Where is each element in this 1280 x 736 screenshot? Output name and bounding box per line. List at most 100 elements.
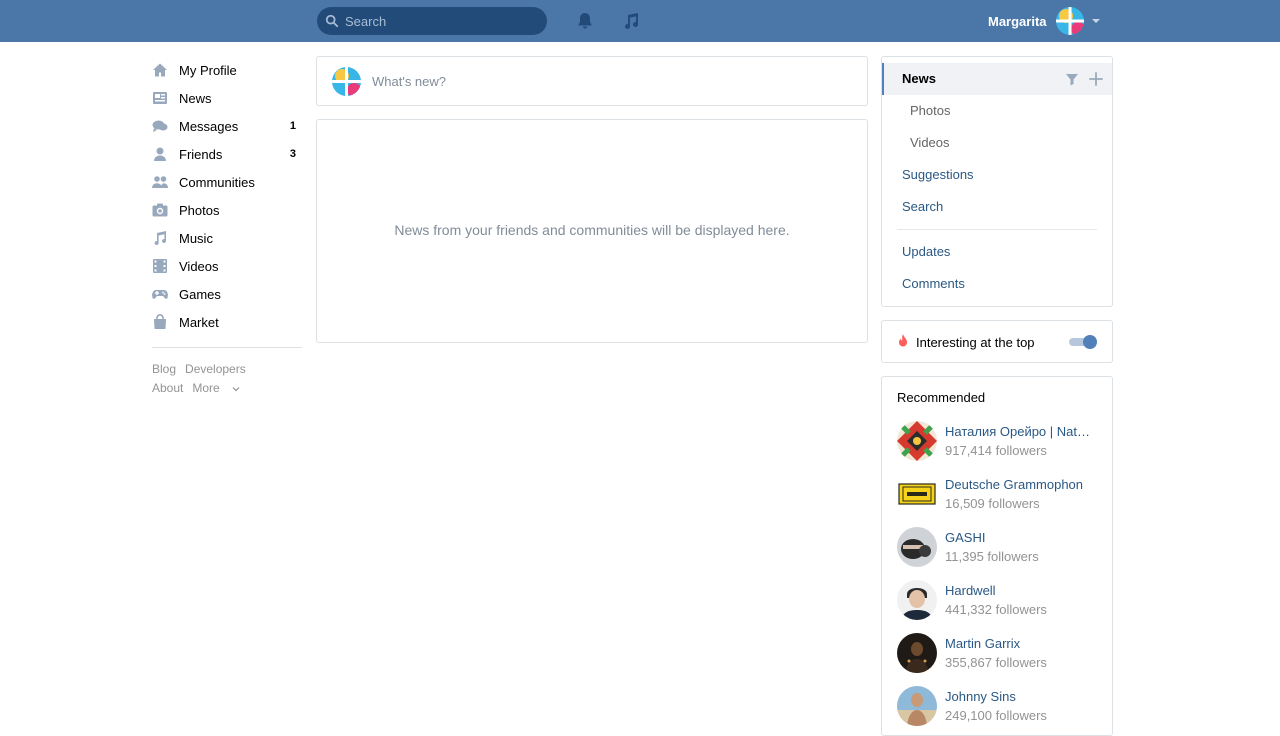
sidebar-item-label: My Profile [179, 62, 237, 78]
community-name[interactable]: Hardwell [945, 583, 1097, 598]
sidebar-item-photos[interactable]: Photos [152, 196, 302, 224]
community-avatar[interactable] [897, 580, 937, 620]
top-bar: Margarita [0, 0, 1280, 42]
footer-link-developers[interactable]: Developers [185, 362, 246, 376]
music-icon [152, 230, 168, 246]
sidebar-item-label: News [179, 90, 212, 106]
filter-item-label: Suggestions [902, 167, 974, 182]
filter-item-updates[interactable]: Updates [882, 236, 1112, 268]
filter-item-videos[interactable]: Videos [882, 127, 1112, 159]
sidebar-item-videos[interactable]: Videos [152, 252, 302, 280]
sidebar-item-label: Music [179, 230, 213, 246]
chevron-down-icon [1091, 19, 1100, 23]
community-followers: 441,332 followers [945, 602, 1047, 617]
filter-item-label: Photos [910, 103, 951, 118]
community-name[interactable]: GASHI [945, 530, 1097, 545]
list-item[interactable]: Johnny Sins 249,100 followers [897, 686, 1097, 728]
community-avatar[interactable] [897, 686, 937, 726]
sidebar-item-label: Photos [179, 202, 220, 218]
home-icon [152, 62, 168, 78]
community-avatar[interactable] [897, 421, 937, 461]
fire-icon [899, 334, 907, 347]
community-name[interactable]: Johnny Sins [945, 689, 1097, 704]
sidebar-item-label: Messages [179, 118, 239, 134]
community-name[interactable]: Наталия Орейро | Natalia Oreiro [945, 424, 1097, 439]
list-item[interactable]: Hardwell 441,332 followers [897, 580, 1097, 622]
list-item[interactable]: Deutsche Grammophon 16,509 followers [897, 474, 1097, 516]
news-feed: News from your friends and communities w… [316, 119, 868, 343]
plus-icon[interactable] [1088, 71, 1104, 87]
footer-link-blog[interactable]: Blog [152, 362, 176, 376]
filter-item-label: Updates [902, 244, 951, 259]
filter-item-suggestions[interactable]: Suggestions [882, 159, 1112, 191]
interesting-toggle[interactable] [1069, 335, 1097, 349]
toggle-knob [1083, 335, 1097, 349]
sidebar-item-label: Videos [179, 258, 219, 274]
community-name[interactable]: Martin Garrix [945, 636, 1097, 651]
composer-placeholder[interactable]: What's new? [372, 74, 446, 89]
sidebar-item-news[interactable]: News [152, 84, 302, 112]
sidebar-item-friends[interactable]: Friends 3 [152, 140, 302, 168]
bag-icon [152, 314, 168, 330]
sidebar-item-games[interactable]: Games [152, 280, 302, 308]
filter-item-photos[interactable]: Photos [882, 95, 1112, 127]
community-avatar[interactable] [897, 474, 937, 514]
search-icon [325, 14, 339, 28]
footer-link-about[interactable]: About [152, 381, 183, 395]
footer-link-more-label: More [192, 381, 220, 395]
sidebar-item-my-profile[interactable]: My Profile [152, 56, 302, 84]
sidebar-footer-links: Blog Developers About More [152, 360, 302, 398]
sidebar-item-count: 3 [289, 148, 296, 160]
filter-item-label: News [902, 71, 936, 86]
left-sidebar: My Profile News Messages 1 Friends 3 Com… [152, 56, 302, 398]
community-avatar[interactable] [897, 527, 937, 567]
music-note-icon[interactable] [621, 11, 641, 31]
list-item[interactable]: GASHI 11,395 followers [897, 527, 1097, 569]
gamepad-icon [152, 286, 168, 302]
camera-icon [152, 202, 168, 218]
community-name[interactable]: Deutsche Grammophon [945, 477, 1097, 492]
filter-item-label: Search [902, 199, 944, 214]
feed-filter-menu: News Photos Videos Suggestions Search Up… [881, 56, 1113, 307]
filter-item-news[interactable]: News [882, 63, 1112, 95]
filter-icon[interactable] [1064, 71, 1080, 87]
friends-icon [152, 146, 168, 162]
community-followers: 249,100 followers [945, 708, 1047, 723]
interesting-label: Interesting at the top [916, 335, 1035, 350]
footer-link-more[interactable]: More [192, 381, 240, 395]
filter-item-label: Videos [910, 135, 950, 150]
filter-item-comments[interactable]: Comments [882, 268, 1112, 300]
sidebar-item-label: Market [179, 314, 219, 330]
search-box[interactable] [317, 7, 547, 35]
list-item[interactable]: Наталия Орейро | Natalia Oreiro 917,414 … [897, 421, 1097, 463]
bell-icon[interactable] [575, 11, 595, 31]
communities-icon [152, 174, 168, 190]
sidebar-item-music[interactable]: Music [152, 224, 302, 252]
search-input[interactable] [345, 7, 541, 35]
sidebar-item-communities[interactable]: Communities [152, 168, 302, 196]
post-composer[interactable]: What's new? [316, 56, 868, 106]
film-icon [152, 258, 168, 274]
community-followers: 917,414 followers [945, 443, 1047, 458]
community-followers: 16,509 followers [945, 496, 1040, 511]
user-menu[interactable]: Margarita [988, 0, 1100, 42]
empty-feed-message: News from your friends and communities w… [394, 222, 790, 238]
sidebar-divider [152, 347, 302, 348]
sidebar-item-messages[interactable]: Messages 1 [152, 112, 302, 140]
list-item[interactable]: Martin Garrix 355,867 followers [897, 633, 1097, 675]
sidebar-item-market[interactable]: Market [152, 308, 302, 336]
sidebar-item-label: Friends [179, 146, 223, 162]
filter-item-label: Comments [902, 276, 965, 291]
filter-actions [1064, 71, 1104, 87]
user-name: Margarita [988, 13, 1047, 29]
user-avatar [1055, 7, 1084, 35]
filter-divider [897, 229, 1097, 230]
community-followers: 355,867 followers [945, 655, 1047, 670]
community-followers: 11,395 followers [945, 549, 1039, 564]
filter-item-search[interactable]: Search [882, 191, 1112, 223]
community-avatar[interactable] [897, 633, 937, 673]
recommended-title: Recommended [897, 390, 986, 405]
sidebar-item-count: 1 [289, 120, 296, 132]
messages-icon [152, 118, 168, 134]
recommended-panel: Recommended Наталия Орейро | Natalia Ore… [881, 376, 1113, 736]
